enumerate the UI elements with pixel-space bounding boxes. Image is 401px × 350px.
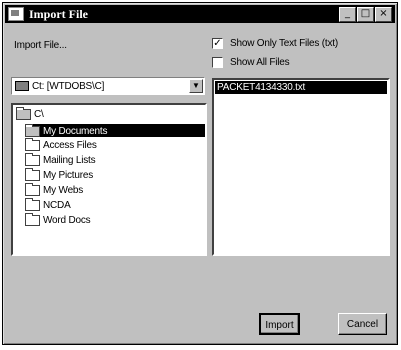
file-list[interactable]: PACKET4134330.txt	[212, 78, 390, 256]
folder-icon	[25, 212, 40, 226]
checkmark-icon: ✓	[212, 38, 223, 49]
title-bar[interactable]: Import File _ □ ×	[5, 5, 395, 23]
drive-combo-value: Ct: [WTDOBS\C]	[32, 81, 105, 92]
folder-icon	[25, 197, 40, 211]
file-list-item[interactable]: PACKET4134330.txt	[215, 81, 387, 94]
tree-item-word-docs[interactable]: Word Docs	[25, 212, 91, 227]
folder-icon	[25, 167, 40, 181]
import-file-label: Import File...	[14, 40, 67, 51]
drive-icon	[15, 81, 29, 91]
folder-open-icon	[16, 106, 31, 120]
import-button[interactable]: Import	[259, 313, 300, 335]
tree-item-access-files[interactable]: Access Files	[25, 137, 97, 152]
cancel-button[interactable]: Cancel	[338, 313, 387, 335]
maximize-button[interactable]: □	[357, 7, 374, 22]
show-all-files-label: Show All Files	[230, 57, 290, 68]
folder-icon	[25, 182, 40, 196]
minimize-button[interactable]: _	[339, 7, 356, 22]
show-text-only-label: Show Only Text Files (txt)	[230, 38, 338, 49]
tree-item-my-webs[interactable]: My Webs	[25, 182, 84, 197]
folder-icon	[25, 152, 40, 166]
tree-item-label: C\	[34, 108, 44, 120]
directory-tree[interactable]: C\ My Documents Access Files Mailing Lis…	[11, 103, 207, 256]
close-button[interactable]: ×	[375, 7, 392, 22]
tree-item-my-documents[interactable]: My Documents	[25, 123, 205, 137]
tree-item-label: Access Files	[43, 139, 97, 151]
app-icon	[8, 7, 24, 21]
tree-item-ncda[interactable]: NCDA	[25, 197, 71, 212]
cancel-button-label: Cancel	[346, 319, 379, 330]
import-button-label: Import	[265, 320, 294, 331]
show-all-files-checkbox[interactable]: Show All Files	[212, 57, 290, 68]
tree-item-label: NCDA	[43, 199, 71, 211]
show-text-only-checkbox[interactable]: ✓ Show Only Text Files (txt)	[212, 38, 338, 49]
window-title: Import File	[29, 6, 88, 21]
folder-open-icon	[25, 123, 40, 137]
drive-combo[interactable]: Ct: [WTDOBS\C] ▼	[11, 77, 205, 95]
tree-item-root[interactable]: C\	[16, 106, 44, 121]
folder-icon	[25, 137, 40, 151]
tree-item-label: My Webs	[43, 184, 84, 196]
file-name: PACKET4134330.txt	[217, 82, 306, 93]
tree-item-label: My Pictures	[43, 169, 94, 181]
tree-item-label: Word Docs	[43, 214, 91, 226]
tree-item-label: Mailing Lists	[43, 154, 96, 166]
chevron-down-icon[interactable]: ▼	[189, 79, 203, 93]
tree-item-label: My Documents	[43, 125, 108, 137]
tree-item-mailing-lists[interactable]: Mailing Lists	[25, 152, 96, 167]
tree-item-my-pictures[interactable]: My Pictures	[25, 167, 94, 182]
